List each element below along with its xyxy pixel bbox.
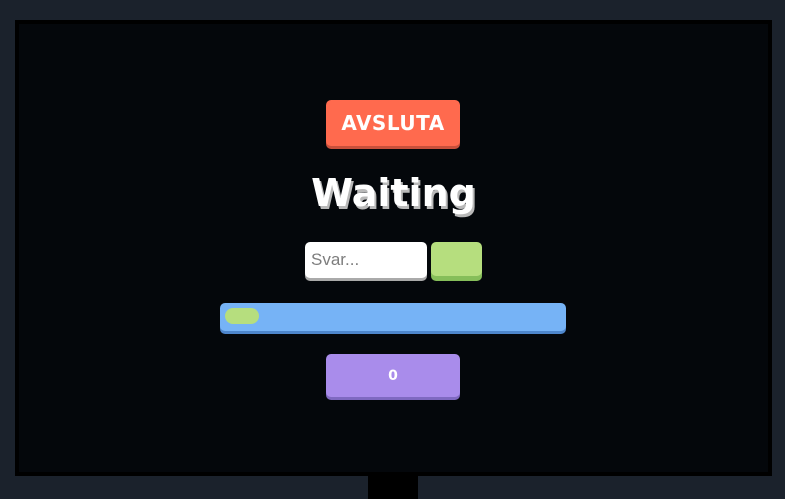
score-button[interactable]: 0 xyxy=(326,354,460,397)
quit-button[interactable]: AVSLUTA xyxy=(326,100,460,146)
answer-input[interactable] xyxy=(305,242,427,278)
progress-fill xyxy=(225,308,259,324)
progress-bar xyxy=(220,303,566,331)
monitor-frame: AVSLUTA Waiting 0 xyxy=(15,20,772,476)
monitor-stand xyxy=(368,476,418,499)
status-title: Waiting xyxy=(311,171,476,215)
game-screen: AVSLUTA Waiting 0 xyxy=(19,24,768,472)
submit-button[interactable] xyxy=(431,242,482,276)
